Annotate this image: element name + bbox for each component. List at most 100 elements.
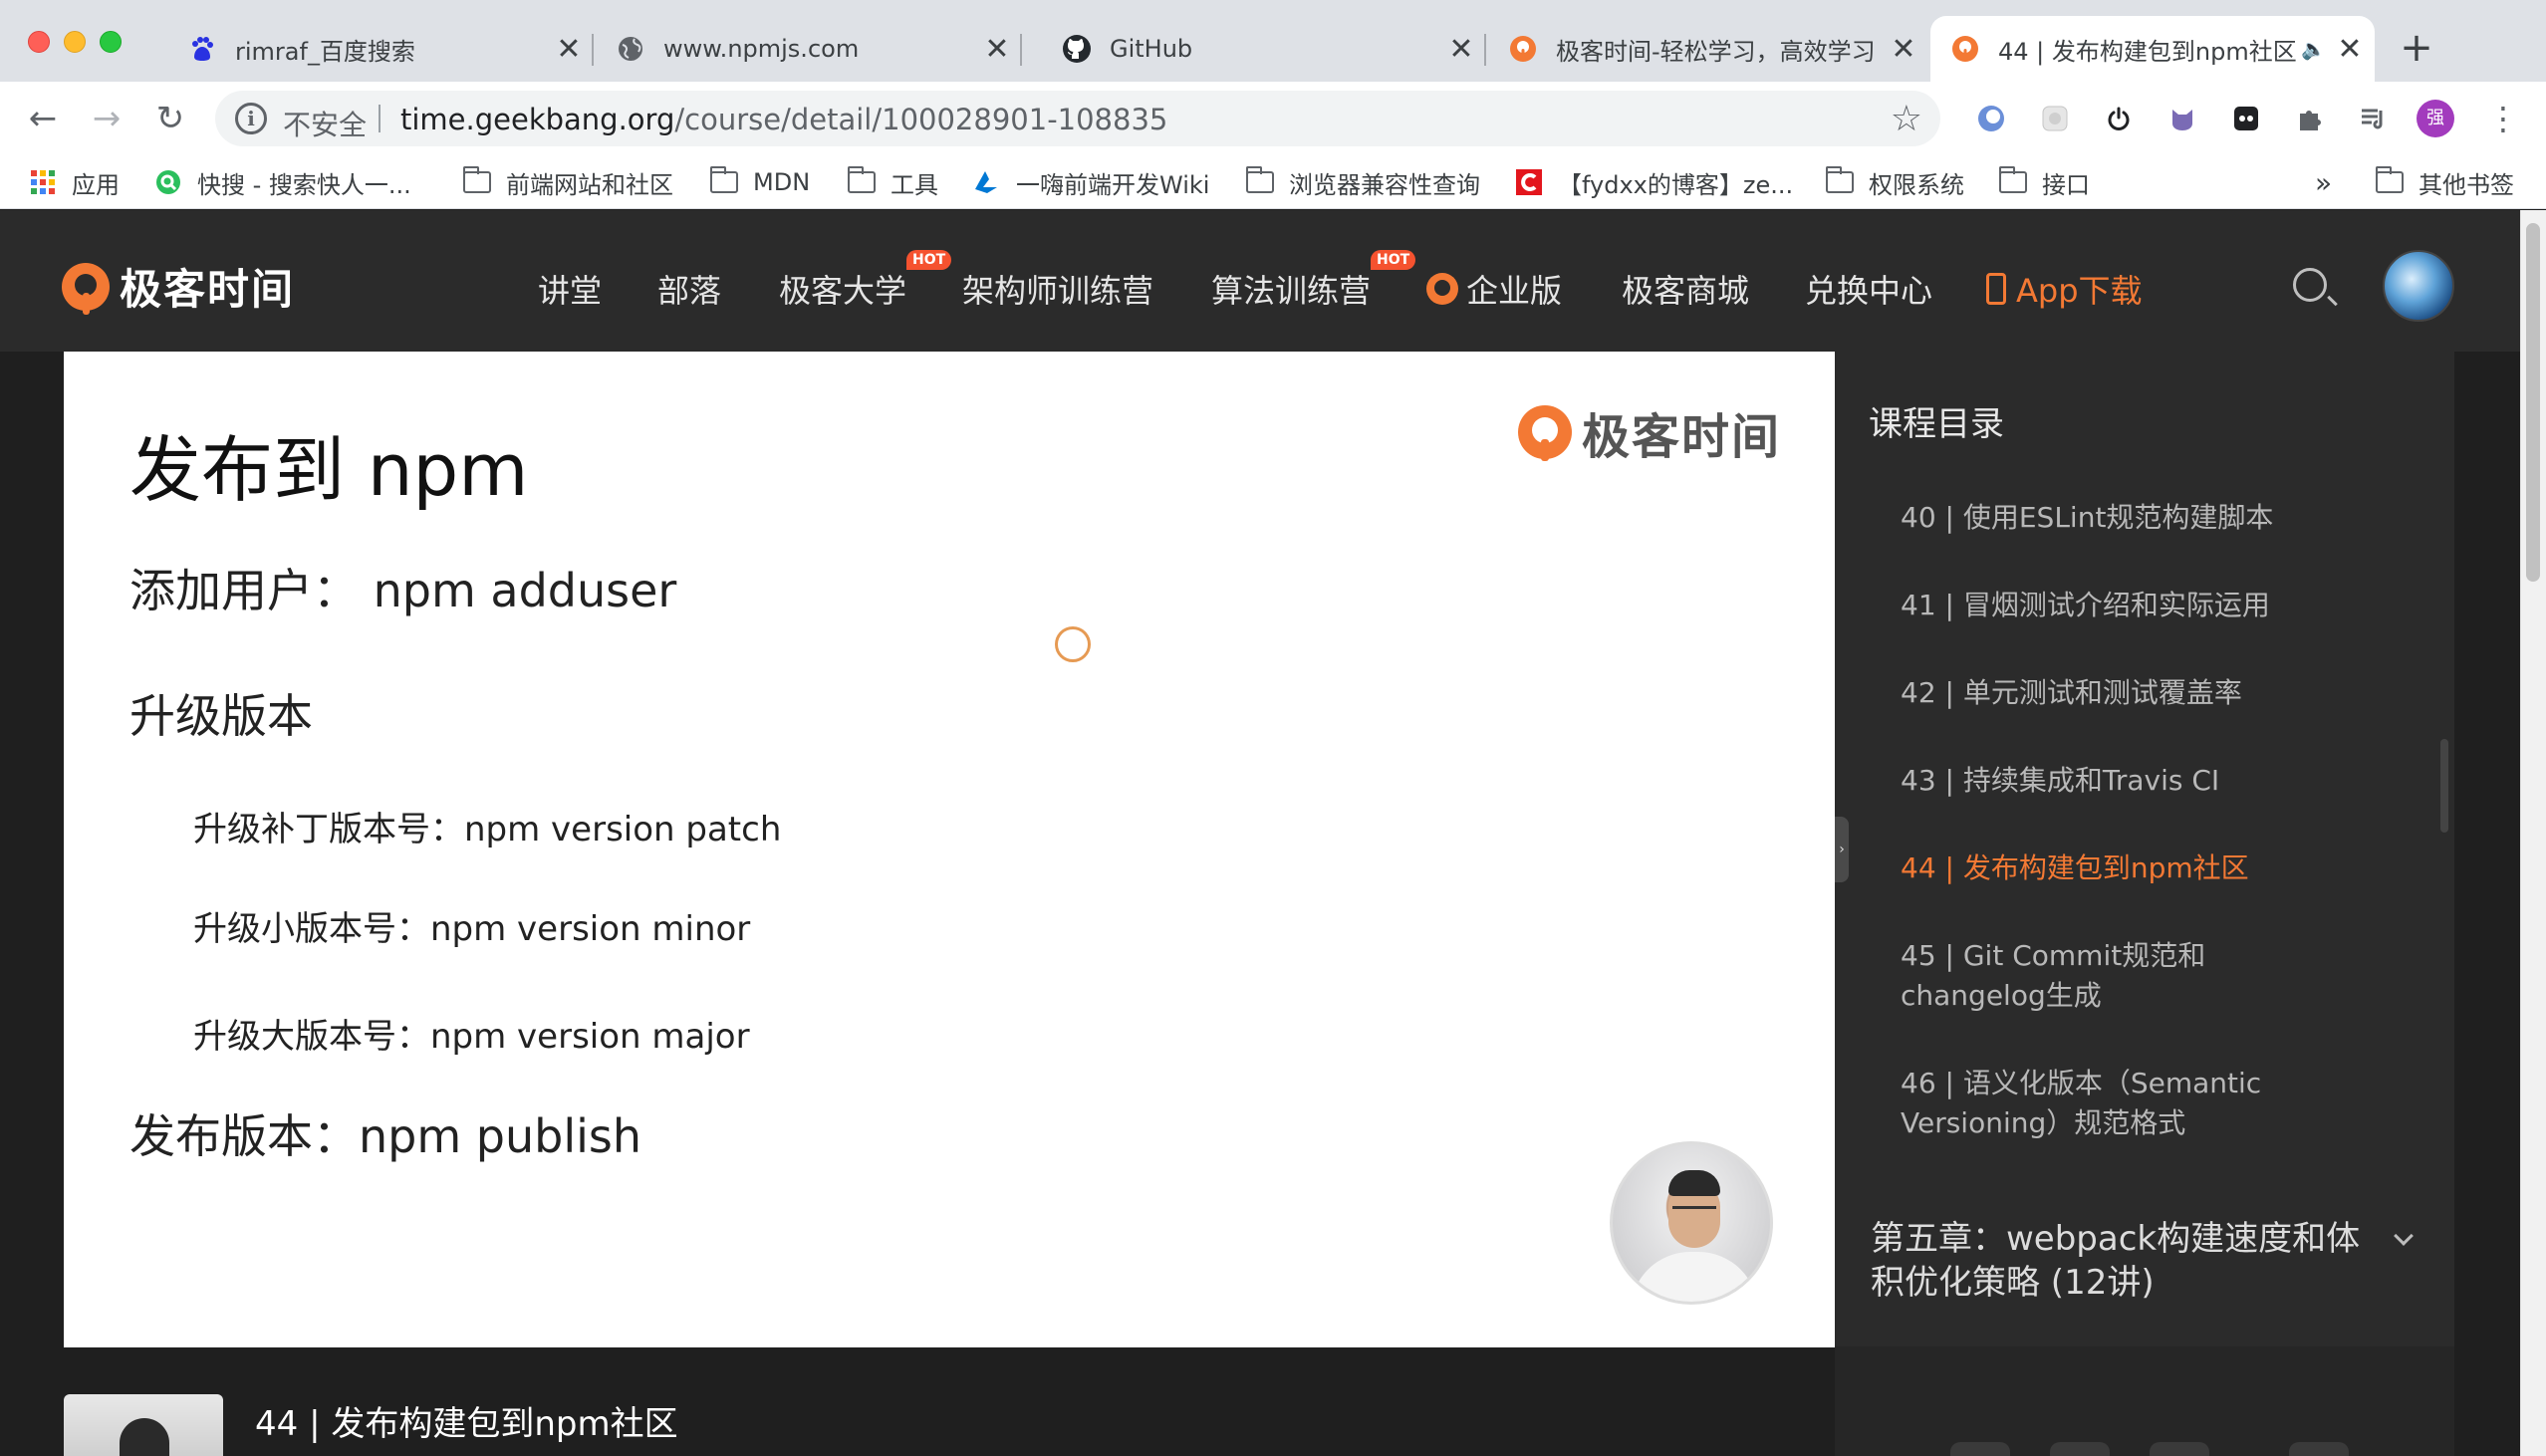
nav-mall[interactable]: 极客商城 — [1622, 266, 1749, 312]
reading-list-icon[interactable] — [2355, 100, 2393, 137]
tab-title: 极客时间-轻松学习，高效学习 — [1556, 37, 1876, 66]
back-button[interactable]: ← — [18, 94, 68, 143]
other-bookmarks[interactable]: 其他书签 — [2375, 165, 2514, 199]
bookmark-label: 其他书签 — [2419, 170, 2514, 199]
geektime-icon — [1508, 34, 1538, 64]
nav-algorithm-camp[interactable]: 算法训练营 — [1211, 266, 1371, 312]
extension-cat-icon[interactable] — [2164, 100, 2201, 137]
menu-kebab-icon[interactable]: ⋮ — [2484, 100, 2522, 137]
chapter-header[interactable]: 第五章：webpack构建速度和体积优化策略 (12讲) — [1871, 1217, 2369, 1305]
bookmark-frontend-sites[interactable]: 前端网站和社区 — [462, 165, 673, 199]
tab-separator — [1484, 34, 1486, 66]
tab-baidu[interactable]: rimraf_百度搜索 ✕ — [167, 16, 594, 82]
tab-bar: rimraf_百度搜索 ✕ www.npmjs.com ✕ GitHub ✕ 极… — [0, 0, 2546, 82]
globe-icon — [616, 34, 645, 64]
apps-grid-icon — [28, 169, 58, 195]
slide-line: 升级版本 — [129, 689, 313, 743]
bookmark-star-icon[interactable]: ☆ — [1891, 99, 1922, 139]
hot-badge: HOT — [906, 250, 952, 270]
bookmark-mdn[interactable]: MDN — [709, 165, 810, 199]
slide-logo-text: 极客时间 — [1581, 409, 1781, 465]
bookmark-tools[interactable]: 工具 — [847, 165, 938, 199]
bookmark-label: 权限系统 — [1869, 170, 1964, 199]
bookmarks-overflow-button[interactable]: » — [2315, 165, 2332, 199]
bookmark-kuaisou[interactable]: 快搜 - 搜索快人一... — [153, 165, 411, 199]
extension-dark-icon[interactable] — [2227, 100, 2265, 137]
lesson-item-current[interactable]: 44 | 发布构建包到npm社区 — [1901, 849, 2359, 888]
tab-close-icon[interactable]: ✕ — [1444, 32, 1478, 67]
window-close-button[interactable] — [28, 31, 50, 53]
sidebar-collapse-toggle[interactable]: › — [1835, 817, 1849, 882]
tab-npmjs[interactable]: www.npmjs.com ✕ — [596, 16, 1022, 82]
author-thumbnail — [64, 1394, 223, 1456]
bookmark-wiki[interactable]: 一嗨前端开发Wiki — [972, 165, 1209, 199]
nav-enterprise[interactable]: 企业版 — [1426, 266, 1562, 312]
address-bar[interactable]: i 不安全 time.geekbang.org/course/detail/10… — [215, 91, 1940, 146]
sidebar-footer-button[interactable] — [2289, 1442, 2349, 1456]
reload-button[interactable]: ↻ — [145, 94, 195, 143]
presenter-video-bubble — [1610, 1141, 1773, 1305]
lesson-item[interactable]: 46 | 语义化版本（Semantic Versioning）规范格式 — [1901, 1064, 2319, 1143]
slide-line: 升级大版本号：npm version major — [193, 1017, 750, 1057]
sidebar-footer-button[interactable] — [1950, 1442, 2010, 1456]
phone-icon — [1986, 273, 2006, 305]
tab-close-icon[interactable]: ✕ — [1887, 32, 1920, 67]
tab-close-icon[interactable]: ✕ — [980, 32, 1014, 67]
tab-geektime-home[interactable]: 极客时间-轻松学习，高效学习 ✕ — [1488, 16, 1928, 82]
site-info-icon[interactable]: i — [235, 103, 267, 134]
slide-title: 发布到 npm — [129, 428, 529, 512]
forward-button[interactable]: → — [82, 94, 131, 143]
tab-current-lesson[interactable]: 44 | 发布构建包到npm社区 🔈 ✕ — [1930, 16, 2375, 82]
slide-line: 升级小版本号：npm version minor — [193, 909, 751, 949]
nav-lecture[interactable]: 讲堂 — [538, 266, 602, 312]
bookmark-permissions[interactable]: 权限系统 — [1825, 165, 1964, 199]
tab-github[interactable]: GitHub ✕ — [1042, 16, 1486, 82]
nav-university[interactable]: 极客大学 — [779, 266, 906, 312]
lesson-item[interactable]: 40 | 使用ESLint规范构建脚本 — [1901, 498, 2359, 538]
slide-watermark-logo: 极客时间 — [1517, 397, 1781, 467]
geektime-logo-icon — [62, 262, 110, 315]
bookmark-label: MDN — [753, 168, 811, 196]
url-host: time.geekbang.org — [400, 103, 675, 136]
speaker-icon[interactable]: 🔈 — [2301, 37, 2327, 61]
lesson-item[interactable]: 45 | Git Commit规范和changelog生成 — [1901, 936, 2339, 1016]
slide-line: 添加用户： npm adduser — [129, 564, 677, 617]
page-scrollbar-thumb[interactable] — [2526, 223, 2540, 582]
geektime-logo[interactable]: 极客时间 — [62, 256, 295, 317]
folder-icon — [2375, 166, 2405, 195]
extension-blue-icon[interactable] — [1972, 100, 2010, 137]
bookmark-api[interactable]: 接口 — [1998, 165, 2090, 199]
extensions-puzzle-icon[interactable] — [2291, 100, 2329, 137]
window-minimize-button[interactable] — [64, 31, 86, 53]
nav-redeem[interactable]: 兑换中心 — [1805, 266, 1932, 312]
sidebar-footer-button[interactable] — [2050, 1442, 2110, 1456]
tab-close-icon[interactable]: ✕ — [552, 32, 586, 67]
bookmark-blog[interactable]: 【fydxx的博客】ze... — [1514, 165, 1793, 199]
url-text[interactable]: time.geekbang.org/course/detail/10002890… — [400, 103, 1167, 136]
extension-grey-icon[interactable] — [2036, 100, 2074, 137]
video-slide[interactable]: 发布到 npm 极客时间 添加用户： npm adduser 升级版本 升级补丁… — [64, 352, 1835, 1347]
new-tab-button[interactable]: + — [2395, 26, 2438, 70]
sidebar-scrollbar[interactable] — [2440, 739, 2448, 833]
sidebar-footer-button[interactable] — [2150, 1442, 2209, 1456]
csdn-icon — [1514, 169, 1544, 195]
geektime-logo-icon — [1517, 405, 1572, 461]
folder-icon — [1998, 166, 2028, 195]
user-avatar[interactable] — [2383, 250, 2454, 322]
nav-app-download[interactable]: App下载 — [1986, 266, 2143, 312]
nav-tribe[interactable]: 部落 — [657, 266, 721, 312]
lesson-item[interactable]: 41 | 冒烟测试介绍和实际运用 — [1901, 586, 2359, 625]
loading-spinner-icon — [1055, 626, 1091, 662]
bookmark-apps[interactable]: 应用 — [28, 165, 120, 199]
power-icon[interactable] — [2100, 100, 2138, 137]
search-icon[interactable] — [2293, 268, 2327, 302]
lesson-item[interactable]: 42 | 单元测试和测试覆盖率 — [1901, 673, 2359, 713]
nav-architect-camp[interactable]: 架构师训练营 — [962, 266, 1153, 312]
bookmark-label: 快搜 - 搜索快人一... — [197, 170, 411, 199]
tab-close-icon[interactable]: ✕ — [2333, 32, 2367, 67]
bookmark-compat[interactable]: 浏览器兼容性查询 — [1245, 165, 1480, 199]
profile-avatar[interactable]: 强 — [2417, 100, 2454, 137]
security-label: 不安全 — [283, 109, 368, 141]
window-zoom-button[interactable] — [100, 31, 122, 53]
lesson-item[interactable]: 43 | 持续集成和Travis CI — [1901, 761, 2359, 801]
